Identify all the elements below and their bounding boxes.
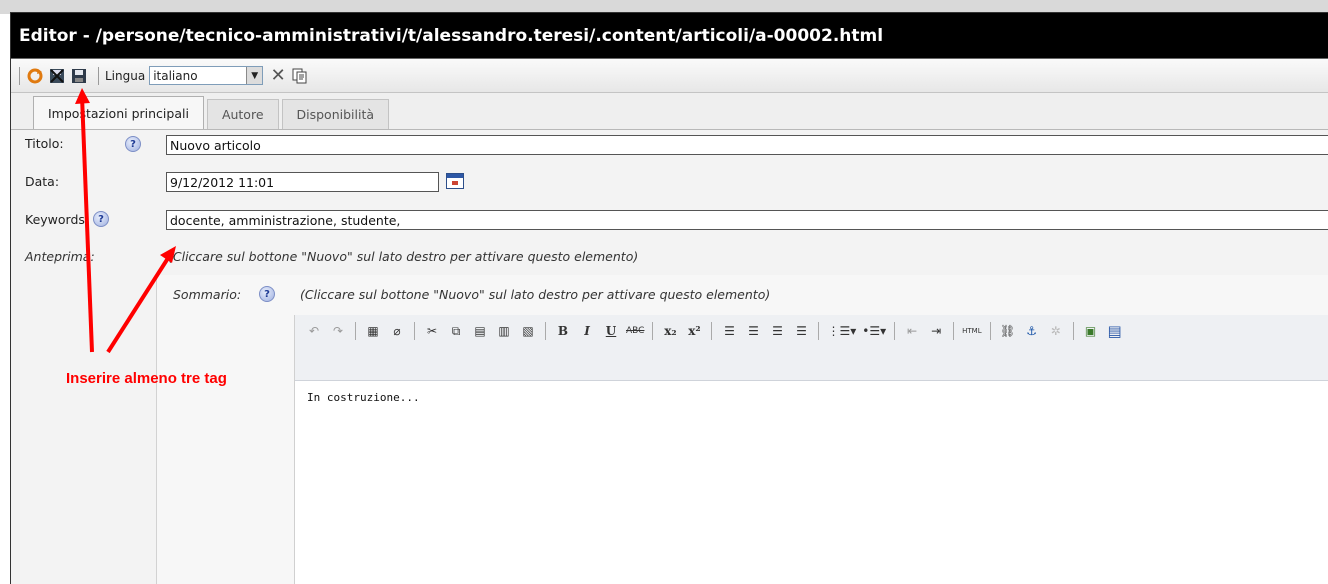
rich-text-toolbar: ↶ ↷ ▦ ⌀ ✂ ⧉ ▤ ▥ ▧ B I U ABC x₂ x² ☰ ☰ ☰ … [295,315,1328,381]
select-all-icon[interactable]: ▦ [364,321,382,341]
form-area: Titolo: ? Nuovo articolo Data: 9/12/2012… [11,130,1328,584]
copy-icon[interactable]: ⧉ [447,321,465,341]
tab-main-settings[interactable]: Impostazioni principali [33,96,204,129]
bulleted-list-icon[interactable]: •☰▾ [862,321,886,341]
rich-text-editor: ↶ ↷ ▦ ⌀ ✂ ⧉ ▤ ▥ ▧ B I U ABC x₂ x² ☰ ☰ ☰ … [294,315,1328,584]
summary-label: Sommario: [173,287,242,302]
language-select[interactable]: italiano ▼ [149,66,264,85]
summary-hint: (Cliccare sul bottone "Nuovo" sul lato d… [300,287,771,302]
toolbar-separator [652,322,654,340]
align-center-icon[interactable]: ☰ [744,321,762,341]
title-label: Titolo: [25,136,64,151]
title-field[interactable]: Nuovo articolo [166,135,1328,155]
toolbar-separator [953,322,955,340]
window-title: Editor - /persone/tecnico-amministrativi… [11,13,1328,59]
cut-icon[interactable]: ✂ [423,321,441,341]
outdent-icon[interactable]: ⇤ [903,321,921,341]
toolbar-separator [1072,322,1074,340]
tab-author[interactable]: Autore [206,99,279,129]
language-label: Lingua [105,68,146,83]
toolbar-separator [19,66,20,85]
toolbar-separator [545,322,546,340]
paste-icon[interactable]: ▤ [471,321,489,341]
indent-icon[interactable]: ⇥ [927,321,945,341]
tab-availability[interactable]: Disponibilità [281,99,390,129]
toolbar-separator [355,322,356,340]
numbered-list-icon[interactable]: ⋮☰▾ [827,321,856,341]
date-field[interactable]: 9/12/2012 11:01 [166,172,439,192]
paste-word-icon[interactable]: ▧ [519,321,537,341]
preview-label: Anteprima: [25,249,95,264]
save-icon[interactable] [70,67,88,85]
redo-icon[interactable]: ↷ [329,321,347,341]
date-label: Data: [25,174,60,189]
toolbar-separator [989,322,991,340]
link-icon[interactable]: ⛓ [999,321,1017,341]
chevron-down-icon[interactable]: ▼ [246,67,263,84]
preview-hint: (Cliccare sul bottone "Nuovo" sul lato d… [168,249,639,264]
align-justify-icon[interactable]: ☰ [792,321,810,341]
italic-icon[interactable]: I [578,321,596,341]
subscript-icon[interactable]: x₂ [661,321,679,341]
table-icon[interactable]: ▤ [1106,321,1124,341]
anchor-icon[interactable]: ⚓ [1023,321,1041,341]
toolbar-separator [818,322,820,340]
image-icon[interactable]: ▣ [1082,321,1100,341]
editor-toolbar: Lingua italiano ▼ ✕ [11,59,1328,93]
toolbar-separator [98,66,99,85]
copy-locale-icon[interactable] [291,67,309,85]
underline-icon[interactable]: U [602,321,620,341]
superscript-icon[interactable]: x² [685,321,703,341]
remove-format-icon[interactable]: ⌀ [388,321,406,341]
calendar-icon[interactable] [446,173,464,189]
toolbar-separator [711,322,713,340]
bold-icon[interactable]: B [554,321,572,341]
align-left-icon[interactable]: ☰ [720,321,738,341]
keywords-label: Keywords: [25,212,90,227]
html-source-icon[interactable]: HTML [962,321,981,341]
help-icon[interactable]: ? [93,211,109,227]
align-right-icon[interactable]: ☰ [768,321,786,341]
editor-window: Editor - /persone/tecnico-amministrativi… [10,12,1328,584]
help-icon[interactable]: ? [125,136,141,152]
close-save-icon[interactable] [48,67,66,85]
tab-bar: Impostazioni principali Autore Disponibi… [11,93,1328,130]
keywords-field[interactable]: docente, amministrazione, studente, [166,210,1328,230]
summary-panel: Sommario: ? (Cliccare sul bottone "Nuovo… [156,275,1328,584]
strikethrough-icon[interactable]: ABC [626,321,644,341]
unlink-icon[interactable]: ✲ [1047,321,1065,341]
paste-text-icon[interactable]: ▥ [495,321,513,341]
delete-locale-icon[interactable]: ✕ [269,65,287,86]
language-value: italiano [153,68,198,83]
toolbar-separator [894,322,896,340]
annotation-text: Inserire almeno tre tag [66,370,227,387]
undo-icon[interactable]: ↶ [305,321,323,341]
help-icon[interactable]: ? [259,286,275,302]
refresh-icon[interactable] [26,67,44,85]
toolbar-separator [414,322,415,340]
rich-text-content[interactable]: In costruzione... [295,381,1328,414]
